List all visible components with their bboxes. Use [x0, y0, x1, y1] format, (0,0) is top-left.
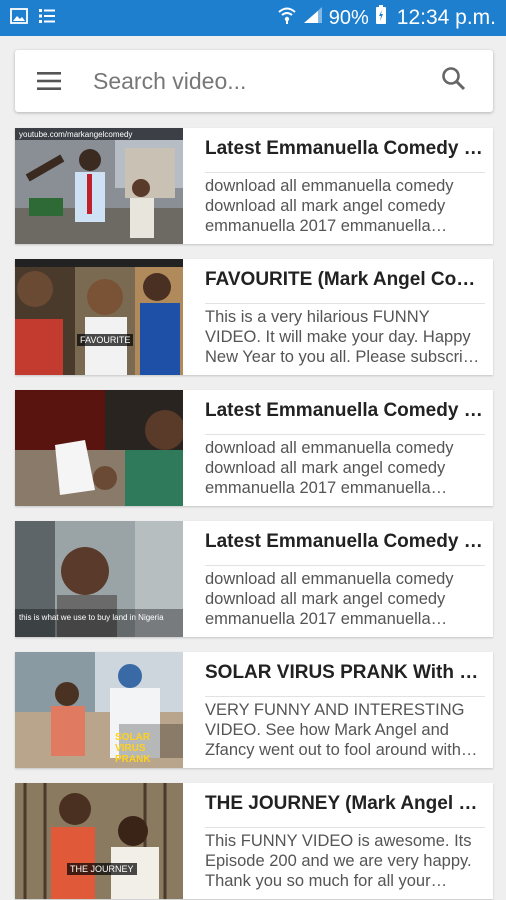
- video-title: FAVOURITE (Mark Angel Comedy): [205, 269, 485, 290]
- clock: 12:34 p.m.: [396, 6, 496, 29]
- battery-icon: [375, 5, 387, 31]
- video-thumbnail: [15, 390, 183, 506]
- list-notification-icon: [38, 8, 56, 29]
- notification-icons: [10, 8, 56, 29]
- divider: [205, 303, 485, 304]
- menu-button[interactable]: [37, 68, 73, 94]
- wifi-icon: [277, 6, 297, 30]
- thumbnail-caption: THE JOURNEY: [67, 863, 137, 875]
- video-list-item[interactable]: FAVOURITE FAVOURITE (Mark Angel Comedy) …: [15, 259, 493, 375]
- video-thumbnail: SOLAR VIRUS PRANK: [15, 652, 183, 768]
- hamburger-menu-icon: [37, 72, 61, 90]
- video-title: Latest Emmanuella Comedy 2017: [205, 531, 485, 552]
- divider: [205, 696, 485, 697]
- video-thumbnail: FAVOURITE: [15, 259, 183, 375]
- image-notification-icon: [10, 8, 28, 29]
- video-title: SOLAR VIRUS PRANK With Mark Angel: [205, 662, 485, 683]
- video-list-item[interactable]: SOLAR VIRUS PRANK SOLAR VIRUS PRANK With…: [15, 652, 493, 768]
- status-bar: 90% 12:34 p.m.: [0, 0, 506, 36]
- video-description: This is a very hilarious FUNNY VIDEO. It…: [205, 308, 482, 366]
- thumbnail-caption: SOLAR VIRUS PRANK: [115, 732, 151, 765]
- search-bar: [15, 50, 493, 112]
- video-description: download all emmanuella comedy download …: [205, 177, 454, 235]
- thumbnail-caption: FAVOURITE: [77, 334, 134, 346]
- video-list: youtube.com/markangelcomedy Latest Emman…: [15, 128, 493, 900]
- video-title: Latest Emmanuella Comedy 2017: [205, 138, 485, 159]
- video-thumbnail: this is what we use to buy land in Niger…: [15, 521, 183, 637]
- video-description: VERY FUNNY AND INTERESTING VIDEO. See ho…: [205, 701, 465, 759]
- thumbnail-caption: youtube.com/markangelcomedy: [19, 130, 133, 139]
- video-list-item[interactable]: this is what we use to buy land in Niger…: [15, 521, 493, 637]
- video-description: download all emmanuella comedy download …: [205, 570, 454, 628]
- divider: [205, 434, 485, 435]
- video-list-item[interactable]: Latest Emmanuella Comedy 2017 download a…: [15, 390, 493, 506]
- divider: [205, 565, 485, 566]
- search-input[interactable]: [93, 62, 423, 100]
- video-thumbnail: youtube.com/markangelcomedy: [15, 128, 183, 244]
- video-description: This FUNNY VIDEO is awesome. Its Episode…: [205, 832, 472, 890]
- divider: [205, 827, 485, 828]
- system-icons: 90% 12:34 p.m.: [277, 5, 496, 31]
- search-button[interactable]: [441, 66, 471, 96]
- video-title: Latest Emmanuella Comedy 2017: [205, 400, 485, 421]
- search-icon: [442, 67, 466, 91]
- signal-icon: [303, 6, 323, 30]
- video-list-item[interactable]: THE JOURNEY THE JOURNEY (Mark Angel Come…: [15, 783, 493, 899]
- thumbnail-caption: this is what we use to buy land in Niger…: [19, 613, 164, 622]
- video-list-item[interactable]: youtube.com/markangelcomedy Latest Emman…: [15, 128, 493, 244]
- divider: [205, 172, 485, 173]
- video-description: download all emmanuella comedy download …: [205, 439, 454, 497]
- battery-percent: 90%: [328, 6, 369, 29]
- video-thumbnail: THE JOURNEY: [15, 783, 183, 899]
- video-title: THE JOURNEY (Mark Angel Comedy): [205, 793, 485, 814]
